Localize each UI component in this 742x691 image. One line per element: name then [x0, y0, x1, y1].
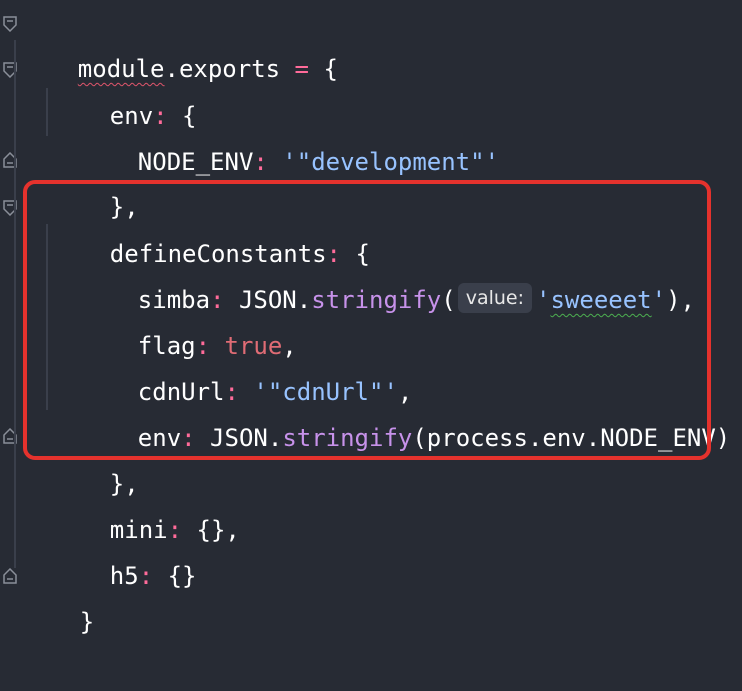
parameter-hint: value:	[457, 283, 533, 313]
code-line[interactable]: h5: {}	[52, 507, 197, 590]
function-argument: (process.env.NODE_ENV)	[412, 424, 731, 452]
punctuation: .	[296, 286, 312, 314]
code-line[interactable]: },	[52, 415, 139, 498]
object-key: h5	[109, 562, 139, 590]
fold-close-icon[interactable]	[3, 568, 17, 584]
gutter	[0, 0, 20, 610]
punctuation: }	[79, 608, 95, 636]
code-line[interactable]: simba: JSON.stringify(value:'sweeeet'),	[80, 231, 695, 314]
colon: :	[138, 562, 154, 590]
code-line[interactable]: flag: true,	[80, 277, 297, 360]
operator: =	[280, 55, 324, 83]
code-line[interactable]: },	[52, 138, 139, 221]
string-quote: '	[536, 286, 551, 314]
punctuation: ),	[666, 286, 695, 314]
code-editor[interactable]: module.exports = { env: { NODE_ENV: '"de…	[0, 0, 742, 636]
fold-open-icon[interactable]	[3, 16, 17, 32]
punctuation: (	[441, 286, 456, 314]
code-line[interactable]: env: {	[52, 47, 197, 130]
punctuation: .	[267, 424, 283, 452]
code-line[interactable]: cdnUrl: '"cdnUrl"',	[80, 323, 413, 406]
punctuation: {	[323, 55, 338, 83]
string-quote: '	[651, 286, 667, 314]
code-line[interactable]: mini: {},	[52, 461, 240, 544]
object-key: NODE_ENV	[137, 148, 254, 176]
indent-guide	[14, 40, 16, 568]
code-line[interactable]: }	[22, 553, 94, 636]
code-line[interactable]: NODE_ENV: '"development"'	[80, 93, 499, 176]
function-name: stringify	[282, 424, 413, 452]
code-line[interactable]: defineConstants: {	[52, 185, 370, 268]
code-line[interactable]: module.exports = {	[20, 0, 338, 83]
object-key: env	[137, 424, 182, 452]
punctuation: {}	[153, 562, 197, 590]
function-name: stringify	[311, 286, 442, 314]
colon: :	[181, 424, 196, 452]
code-line[interactable]: env: JSON.stringify(process.env.NODE_ENV…	[80, 369, 730, 452]
colon: :	[253, 148, 268, 176]
string-literal: sweeeet	[550, 286, 652, 314]
string-literal: '"development"'	[267, 148, 500, 176]
identifier: JSON	[195, 424, 268, 452]
indent-guide	[46, 224, 48, 410]
